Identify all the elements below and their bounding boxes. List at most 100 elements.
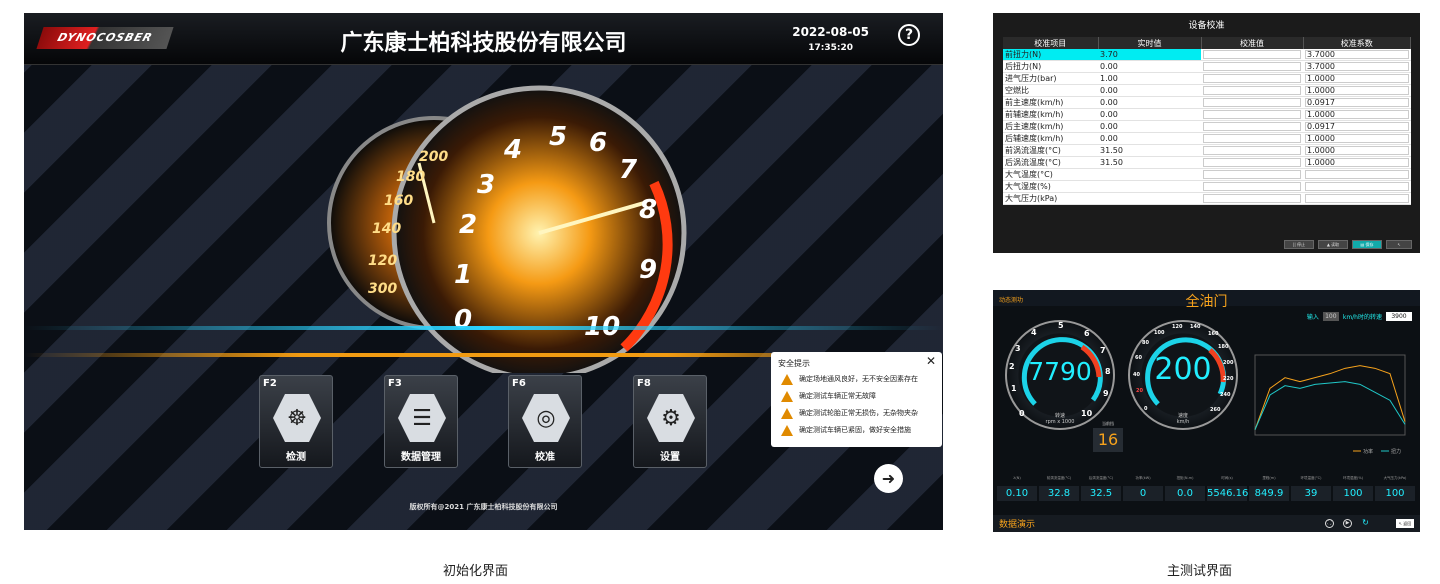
date-text: 2022-08-05 [792,25,869,39]
stat-cell: 功率(kW) 0 [1123,476,1163,501]
input-field[interactable]: 100 [1322,312,1339,321]
calib-value-input[interactable] [1201,96,1303,109]
item-cell: 前涡流温度(°C) [1003,144,1098,157]
col-header: 校准项目 [1003,37,1099,49]
coefficient-input[interactable]: 1.0000 [1303,144,1411,157]
save-button[interactable]: ▤ 保存 [1352,240,1382,249]
back-button[interactable]: ↖ 返回 [1396,519,1414,528]
coefficient-input[interactable]: 1.0000 [1303,84,1411,97]
calib-row[interactable]: 后主速度(km/h) 0.00 0.0917 [1003,120,1411,133]
gear-value: 16 [1093,428,1123,452]
coefficient-input[interactable]: 1.0000 [1303,132,1411,145]
fkey-settings[interactable]: F8 ⚙ 设置 [633,375,707,468]
calib-row[interactable]: 后扭力(N) 0.00 3.7000 [1003,60,1411,73]
coefficient-input[interactable]: 3.7000 [1303,60,1411,73]
exit-arrow-icon[interactable]: ➜ [874,464,903,493]
stop-button[interactable]: || 停止 [1284,240,1314,249]
item-cell: 大气压力(kPa) [1003,192,1098,205]
calib-row[interactable]: 大气温度(°C) [1003,168,1411,181]
stat-value: 0.0 [1165,486,1205,501]
read-button[interactable]: ▲ 读取 [1318,240,1348,249]
fkey-label: F2 [263,378,277,389]
chart-axes [1254,354,1406,436]
stat-value: 39 [1291,486,1331,501]
stat-value: 32.8 [1039,486,1079,501]
play-icon[interactable]: ▶ [1343,519,1352,528]
warning-icon [781,373,793,385]
coefficient-input[interactable]: 1.0000 [1303,108,1411,121]
dial-number: 140 [372,221,401,237]
tick-label: 0 [1019,409,1025,418]
help-icon[interactable]: ? [898,24,920,46]
speed-input-bar: 输入 100 km/h时的转速 3900 [1307,312,1412,321]
stat-value: 5546.16 [1207,486,1249,501]
fkey-text: 校准 [535,452,555,463]
fkey-text: 设置 [660,452,680,463]
calib-row[interactable]: 大气湿度(%) [1003,180,1411,193]
safety-item-text: 确定测试车辆已紧固，做好安全措施 [799,426,911,434]
calib-value-input[interactable] [1201,192,1303,205]
coefficient-input[interactable]: 1.0000 [1303,156,1411,169]
datetime: 2022-08-05 17:35:20 [792,25,869,53]
calib-row[interactable]: 大气压力(kPa) [1003,192,1411,205]
item-cell: 前辅速度(km/h) [1003,108,1098,121]
fullscreen-icon[interactable]: ⛶ [1325,519,1334,528]
refresh-icon[interactable]: ↻ [1361,519,1370,528]
calib-value-input[interactable] [1201,108,1303,121]
calib-row[interactable]: 前扭力(N) 3.70 3.7000 [1003,49,1411,61]
dial-number: 9 [639,255,657,285]
main-header: 动态测功 全油门 [993,290,1420,310]
calib-row[interactable]: 进气压力(bar) 1.00 1.0000 [1003,72,1411,85]
fkey-detect[interactable]: F2 ☸ 检测 [259,375,333,468]
realtime-cell [1098,192,1201,205]
calib-value-input[interactable] [1201,156,1303,169]
realtime-cell [1098,180,1201,193]
realtime-cell: 0.00 [1098,60,1201,73]
back-button[interactable]: ↖ [1386,240,1412,249]
calib-row[interactable]: 空燃比 0.00 1.0000 [1003,84,1411,97]
stat-value: 0 [1123,486,1163,501]
coefficient-input[interactable]: 0.0917 [1303,96,1411,109]
steering-wheel-icon: ☸ [273,394,321,442]
rpm-at-speed-field[interactable]: 3900 [1386,312,1412,321]
calib-row[interactable]: 后涡流温度(°C) 31.50 1.0000 [1003,156,1411,169]
warning-icon [781,407,793,419]
calib-value-input[interactable] [1201,120,1303,133]
calib-value-input[interactable] [1201,84,1303,97]
safety-item: 确定测试车辆已紧固，做好安全措施 [781,423,911,437]
stat-label: λ(N) [1013,476,1021,480]
tick-label: 6 [1084,329,1090,338]
calib-table: 校准项目 实时值 校准值 校准系数 前扭力(N) 3.70 3.7000 后扭力(N)… [1003,37,1411,205]
realtime-cell: 1.00 [1098,72,1201,85]
calib-value-input[interactable] [1201,60,1303,73]
calib-value-input[interactable] [1201,132,1303,145]
calib-row[interactable]: 前主速度(km/h) 0.00 0.0917 [1003,96,1411,109]
coefficient-input[interactable]: 1.0000 [1303,72,1411,85]
calib-value-input[interactable] [1201,168,1303,181]
coefficient-input[interactable] [1303,192,1411,205]
fkey-text: 检测 [286,452,306,463]
fkey-data-management[interactable]: F3 ☰ 数据管理 [384,375,458,468]
calib-row[interactable]: 前涡流温度(°C) 31.50 1.0000 [1003,144,1411,157]
coefficient-input[interactable]: 0.0917 [1303,120,1411,133]
coefficient-input[interactable]: 3.7000 [1303,49,1411,61]
fkey-calibrate[interactable]: F6 ◎ 校准 [508,375,582,468]
speed-gauge: 200 速度 km/h 0 20 40 60 80 100 120 140 160… [1128,320,1238,430]
tick-label: 4 [1031,328,1037,337]
calib-value-input[interactable] [1201,49,1303,61]
calib-value-input[interactable] [1201,72,1303,85]
dial-number: 120 [368,253,397,269]
calib-value-input[interactable] [1201,180,1303,193]
calib-value-input[interactable] [1201,144,1303,157]
calib-row[interactable]: 后辅速度(km/h) 0.00 1.0000 [1003,132,1411,145]
stats-strip: λ(N) 0.10 前涡流温度(°C) 32.8 后涡流温度(°C) 32.5 功率(kW)… [993,476,1420,506]
calib-row[interactable]: 前辅速度(km/h) 0.00 1.0000 [1003,108,1411,121]
dial-number: 6 [589,128,607,158]
gear-icon: ⚙ [647,394,695,442]
coefficient-input[interactable] [1303,168,1411,181]
close-icon[interactable]: ✕ [926,354,936,368]
stat-cell: 后涡流温度(°C) 32.5 [1081,476,1121,501]
coefficient-input[interactable] [1303,180,1411,193]
main-title: 全油门 [1185,294,1228,310]
safety-dialog: 安全提示 ✕ 确定场地通风良好，无不安全因素存在 确定测试车辆正常无故障 确定测… [771,352,942,447]
